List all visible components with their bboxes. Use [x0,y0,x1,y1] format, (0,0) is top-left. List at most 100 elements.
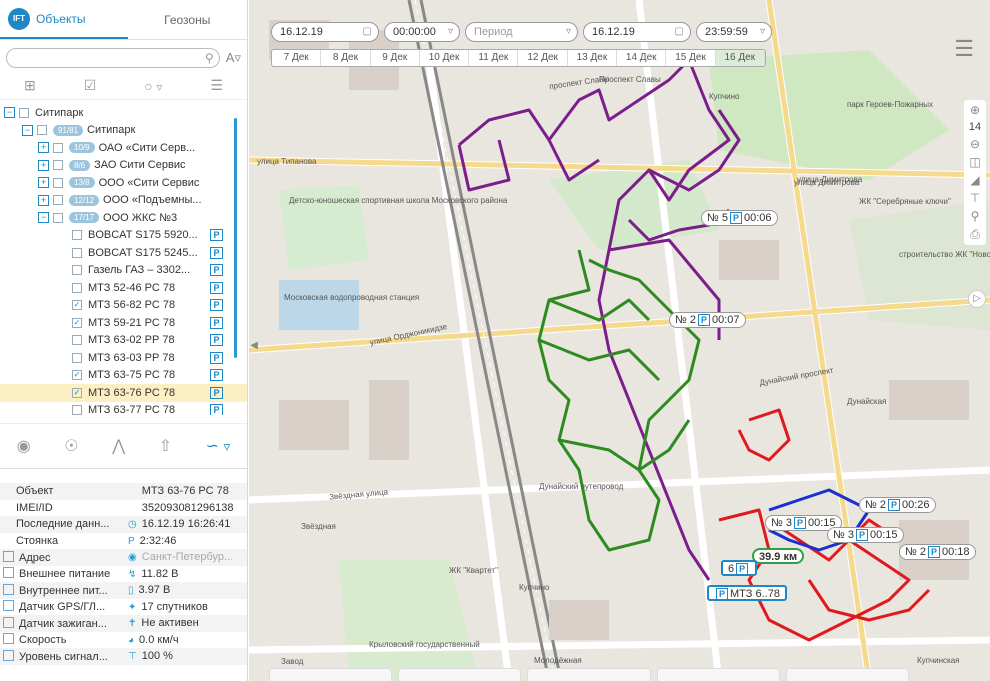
search-map-icon[interactable]: ⚲ [971,209,980,223]
calendar-icon[interactable]: ▢ [363,23,372,41]
dropdown-icon[interactable]: ▿ [566,23,571,41]
expand-icon[interactable]: + [38,177,49,189]
collapse-icon[interactable]: − [22,124,33,136]
checkbox[interactable]: ✓ [72,317,82,328]
day-button[interactable]: 12 Дек [518,50,568,66]
tree-node-subgroup[interactable]: +8/6 ЗАО Сити Сервис [0,157,247,175]
tree-node-vehicle[interactable]: BOBCAT S175 5245... P [0,244,247,262]
checkbox[interactable] [53,160,63,171]
checkbox[interactable] [53,177,63,188]
tree-node-vehicle[interactable]: ✓ МТЗ 59-21 РС 78 P [0,314,247,332]
tree-node-vehicle[interactable]: МТЗ 52-46 РС 78 P [0,279,247,297]
tab-objects[interactable]: IFT Объекты [0,0,128,39]
checkbox[interactable] [72,247,82,258]
checkbox[interactable]: ✓ [72,370,82,381]
tree-node-subgroup[interactable]: +12/12 ООО «Подъемны... [0,192,247,210]
collapse-icon[interactable]: − [38,212,49,224]
day-button[interactable]: 11 Дек [469,50,519,66]
bottom-tab[interactable] [527,668,651,681]
day-button[interactable]: 9 Дек [371,50,420,66]
tree-node-subgroup[interactable]: +10/9 ОАО «Сити Серв... [0,139,247,157]
checkbox[interactable] [53,195,63,206]
tree-node-root[interactable]: − Ситипарк [0,104,247,122]
map[interactable]: 16.12.19 ▢ 00:00:00 ▿ Период ▿ 16.12.19 ▢ 23… [249,0,990,681]
property-key[interactable]: Уровень сигнал... [0,650,128,663]
expand-icon[interactable]: + [38,142,49,154]
tree-node-vehicle[interactable]: Газель ГАЗ – 3302... P [0,262,247,280]
tab-geozones[interactable]: Геозоны [128,0,248,39]
search-icon[interactable]: ⚲ [205,51,214,65]
ruler-icon[interactable]: ◢ [970,173,979,187]
hamburger-menu-icon[interactable]: ☰ [954,36,974,62]
stop-label[interactable]: № 2 P 00:26 [859,497,936,513]
tree-node-vehicle[interactable]: ✓ МТЗ 56-82 РС 78 P [0,297,247,315]
vehicle-label[interactable]: P МТЗ 6..78 [707,585,787,601]
day-button[interactable]: 14 Дек [617,50,667,66]
checkbox[interactable] [37,125,47,136]
expand-icon[interactable]: + [38,159,49,171]
tree-node-subgroup[interactable]: − 17/17 ООО ЖКС №3 [0,209,247,227]
stop-label[interactable]: № 2 P 00:18 [899,544,976,560]
cluster-label[interactable]: 6P [721,560,758,576]
map-layers-icon[interactable]: ◫ [969,155,980,169]
date-to-field[interactable]: 16.12.19 ▢ [583,22,691,42]
bottom-tab[interactable] [656,668,780,681]
circle-filter-icon[interactable]: ○ ▿ [144,78,162,94]
stop-label[interactable]: № 5 P 00:06 [701,210,778,226]
day-button[interactable]: 7 Дек [272,50,322,66]
zoom-out-icon[interactable]: ⊖ [970,137,980,151]
expand-all-icon[interactable]: ⊞ [24,77,36,94]
chart-icon[interactable]: ⋀ [112,436,125,456]
dropdown-icon[interactable]: ▿ [448,23,453,41]
collapse-icon[interactable]: − [4,107,15,119]
checkbox[interactable] [19,107,29,118]
print-icon[interactable]: ⎙ [970,227,980,242]
track-icon[interactable]: ∽ ▿ [206,436,231,456]
day-button[interactable]: 15 Дек [666,50,716,66]
tree-node-vehicle[interactable]: ✓ МТЗ 63-75 РС 78 P [0,367,247,385]
tree-scrollbar[interactable] [234,118,237,358]
location-icon[interactable]: ◉ [17,436,31,456]
sort-az-icon[interactable]: A▿ [226,50,241,66]
checkbox[interactable] [72,265,82,276]
property-key[interactable]: Датчик зажиган... [0,617,128,630]
bottom-tab[interactable] [398,668,522,681]
arrow-up-circle-icon[interactable]: ⇧ [159,436,172,456]
check-all-icon[interactable]: ☑ [84,77,97,94]
stop-label[interactable]: № 2 P 00:07 [669,312,746,328]
expand-panel-icon[interactable]: ▷ [968,290,986,308]
tree-node-vehicle[interactable]: МТЗ 63-02 РР 78 P [0,332,247,350]
stop-label[interactable]: № 3 P 00:15 [827,527,904,543]
pin-tool-icon[interactable]: ⊤ [970,191,980,205]
period-select[interactable]: Период ▿ [465,22,578,42]
search-input[interactable] [7,49,219,67]
calendar-icon[interactable]: ▢ [675,23,684,41]
tree-node-subgroup[interactable]: +13/8 ООО «Сити Сервис [0,174,247,192]
checkbox[interactable] [72,405,82,415]
bottom-tab[interactable] [269,668,393,681]
property-key[interactable]: Внутреннее пит... [0,584,128,597]
property-key[interactable]: Датчик GPS/ГЛ... [0,600,128,613]
day-button[interactable]: 16 Дек [715,50,765,66]
property-key[interactable]: Адрес [0,551,128,564]
day-button[interactable]: 13 Дек [568,50,618,66]
property-key[interactable]: Скорость [0,633,128,646]
checkbox[interactable] [72,335,82,346]
checkbox[interactable] [72,230,82,241]
checkbox[interactable]: ✓ [72,300,82,311]
bottom-tab[interactable] [785,668,910,681]
zoom-in-icon[interactable]: ⊕ [970,103,980,117]
checkbox[interactable] [72,352,82,363]
time-from-field[interactable]: 00:00:00 ▿ [384,22,460,42]
checkbox[interactable] [53,142,63,153]
day-button[interactable]: 10 Дек [420,50,470,66]
tree-node-vehicle[interactable]: МТЗ 63-03 РР 78 P [0,349,247,367]
tree-node-vehicle[interactable]: МТЗ 63-77 РС 78 P [0,402,247,415]
tree-node-group[interactable]: − 91/81 Ситипарк [0,122,247,140]
expand-icon[interactable]: + [38,194,49,206]
tree-node-vehicle[interactable]: BOBCAT S175 5920... P [0,227,247,245]
day-button[interactable]: 8 Дек [321,50,371,66]
checkbox[interactable] [72,282,82,293]
list-menu-icon[interactable]: ☰ [210,77,223,94]
date-from-field[interactable]: 16.12.19 ▢ [271,22,379,42]
